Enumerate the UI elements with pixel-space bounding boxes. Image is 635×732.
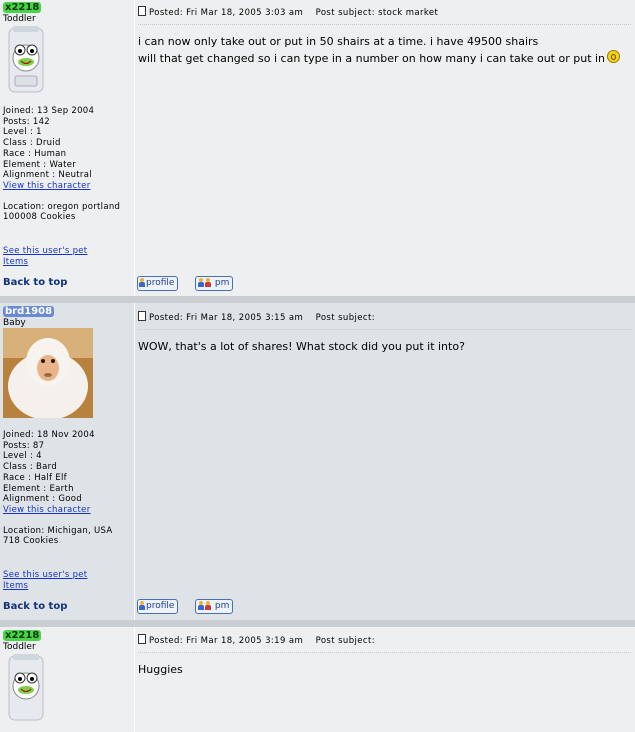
post-message: i can now only take out or put in 50 sha…: [138, 34, 621, 67]
pm-icon: [198, 278, 204, 287]
author-rank: Toddler: [3, 642, 36, 652]
element: Element : Earth: [3, 483, 74, 494]
post-1: x2218 Toddler Joined: 13 Sep 2004 Posts:…: [0, 0, 635, 296]
profile-button[interactable]: profile: [137, 276, 179, 291]
level: Level : 1: [3, 127, 42, 138]
joined-date: Joined: 18 Nov 2004: [3, 430, 95, 440]
post-2: brd1908 Baby Joined: 18 Nov 2004 Posts: …: [0, 303, 635, 620]
avatar: [7, 652, 45, 726]
cookies: 718 Cookies: [3, 536, 59, 547]
baby-diaper-frog-icon: [8, 26, 44, 93]
items-link[interactable]: Items: [3, 257, 28, 268]
smiley-icon: [607, 50, 621, 63]
author-panel: x2218 Toddler: [0, 627, 135, 732]
post-header: Posted: Fri Mar 18, 2005 3:19 am Post su…: [138, 634, 375, 647]
posted-date: Posted: Fri Mar 18, 2005 3:19 am: [149, 636, 304, 646]
profile-button-label: profile: [146, 601, 175, 611]
post-body: Posted: Fri Mar 18, 2005 3:19 am Post su…: [135, 627, 635, 732]
pm-icon: [198, 601, 204, 610]
avatar: [3, 328, 93, 422]
white-monkey-icon: [3, 328, 93, 420]
class: Class : Bard: [3, 462, 58, 473]
author-rank: Baby: [3, 318, 26, 328]
message-line: WOW, that's a lot of shares! What stock …: [138, 340, 465, 353]
see-pet-link[interactable]: See this user's pet: [3, 570, 87, 581]
location: Location: Michigan, USA: [3, 525, 113, 536]
post-body: Posted: Fri Mar 18, 2005 3:15 am Post su…: [135, 303, 635, 620]
header-divider: [138, 652, 631, 653]
post-icon: [138, 311, 146, 321]
post-icon: [138, 634, 146, 644]
post-icon: [138, 6, 146, 16]
message-line: Huggies: [138, 663, 183, 676]
post-3: x2218 Toddler Posted: Fri Mar 18, 2005 3…: [0, 627, 635, 732]
author-username[interactable]: x2218: [3, 630, 42, 641]
post-message: Huggies: [138, 662, 183, 678]
posted-date: Posted: Fri Mar 18, 2005 3:15 am: [149, 313, 304, 323]
author-info: Joined: 13 Sep 2004 Posts: 142 Level : 1…: [3, 106, 120, 223]
header-divider: [138, 24, 631, 25]
post-subject: Post subject: stock market: [315, 8, 439, 18]
post-header: Posted: Fri Mar 18, 2005 3:15 am Post su…: [138, 311, 375, 324]
message-line: will that get changed so i can type in a…: [138, 52, 606, 65]
author-panel: x2218 Toddler Joined: 13 Sep 2004 Posts:…: [0, 0, 135, 296]
pm-icon-2: [205, 278, 211, 287]
back-to-top-link[interactable]: Back to top: [3, 601, 67, 612]
items-link[interactable]: Items: [3, 581, 28, 592]
posted-date: Posted: Fri Mar 18, 2005 3:03 am: [149, 8, 304, 18]
pm-button[interactable]: pm: [195, 599, 234, 614]
view-character-link[interactable]: View this character: [3, 181, 91, 191]
author-username[interactable]: brd1908: [3, 306, 55, 317]
post-header: Posted: Fri Mar 18, 2005 3:03 am Post su…: [138, 6, 438, 19]
level: Level : 4: [3, 451, 42, 462]
post-message: WOW, that's a lot of shares! What stock …: [138, 339, 465, 355]
author-username[interactable]: x2218: [3, 2, 42, 13]
post-subject: Post subject:: [315, 636, 375, 646]
post-separator: [0, 296, 635, 303]
baby-diaper-frog-icon: [8, 654, 44, 721]
post-body: Posted: Fri Mar 18, 2005 3:03 am Post su…: [135, 0, 635, 296]
race: Race : Half Elf: [3, 472, 67, 483]
joined-date: Joined: 13 Sep 2004: [3, 106, 95, 116]
pm-button-label: pm: [214, 278, 230, 288]
message-line: i can now only take out or put in 50 sha…: [138, 35, 539, 48]
see-pet-link[interactable]: See this user's pet: [3, 246, 87, 257]
post-subject: Post subject:: [315, 313, 375, 323]
cookies: 100008 Cookies: [3, 212, 76, 223]
profile-button[interactable]: profile: [137, 599, 179, 614]
author-panel: brd1908 Baby Joined: 18 Nov 2004 Posts: …: [0, 303, 135, 620]
location: Location: oregon portland: [3, 201, 121, 212]
pm-button-label: pm: [214, 601, 230, 611]
post-count: Posts: 142: [3, 116, 51, 127]
avatar: [7, 24, 45, 98]
pm-icon-2: [205, 601, 211, 610]
element: Element : Water: [3, 159, 77, 170]
back-to-top-link[interactable]: Back to top: [3, 277, 67, 288]
post-separator: [0, 620, 635, 627]
profile-icon: [139, 601, 145, 610]
alignment: Alignment : Good: [3, 494, 83, 505]
profile-button-label: profile: [146, 278, 175, 288]
author-info: Joined: 18 Nov 2004 Posts: 87 Level : 4 …: [3, 430, 113, 547]
view-character-link[interactable]: View this character: [3, 505, 91, 515]
profile-icon: [139, 278, 145, 287]
pm-button[interactable]: pm: [195, 276, 234, 291]
header-divider: [138, 329, 631, 330]
race: Race : Human: [3, 148, 67, 159]
alignment: Alignment : Neutral: [3, 170, 92, 181]
class: Class : Druid: [3, 138, 61, 149]
post-count: Posts: 87: [3, 440, 45, 451]
author-rank: Toddler: [3, 14, 36, 24]
